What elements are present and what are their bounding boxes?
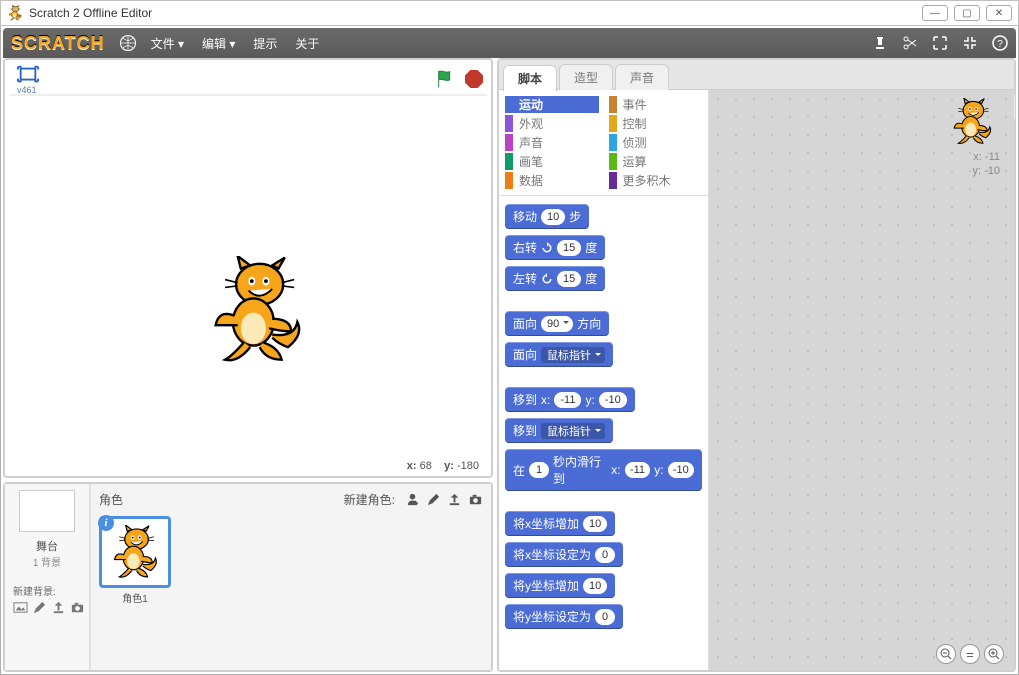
block-turn-cw[interactable]: 右转15度: [505, 235, 605, 260]
choose-sprite-icon[interactable]: [405, 492, 420, 507]
sprite-name-label: 角色1: [99, 590, 171, 605]
category-更多积木[interactable]: 更多积木: [609, 172, 703, 189]
backdrop-count: 1 背景: [33, 554, 61, 569]
choose-backdrop-icon[interactable]: [13, 600, 28, 615]
backdrop-thumbnail[interactable]: [19, 490, 75, 532]
paint-backdrop-icon[interactable]: [32, 600, 47, 615]
window-close-button[interactable]: ✕: [986, 5, 1012, 21]
block-palette: 运动事件外观控制声音侦测画笔运算数据更多积木 移动10步 右转15度 左转15度…: [499, 90, 709, 670]
fullscreen-button[interactable]: [13, 63, 43, 87]
sprite-thumbnail[interactable]: i: [99, 516, 171, 588]
upload-backdrop-icon[interactable]: [51, 600, 66, 615]
new-sprite-label: 新建角色:: [344, 491, 395, 508]
current-sprite-icon: [948, 98, 996, 146]
editor-tabs: 脚本 造型 声音: [499, 60, 1014, 90]
category-画笔[interactable]: 画笔: [505, 153, 599, 170]
menu-about[interactable]: 关于: [295, 35, 319, 52]
window-titlebar: Scratch 2 Offline Editor — ▢ ✕: [0, 0, 1019, 26]
new-backdrop-label: 新建背景:: [9, 583, 56, 598]
upload-sprite-icon[interactable]: [447, 492, 462, 507]
tab-scripts[interactable]: 脚本: [503, 65, 557, 91]
block-turn-ccw[interactable]: 左转15度: [505, 266, 605, 291]
stage-panel: v461 x: 68 y: -180: [3, 58, 493, 478]
sprite-coordinates: x: -11 y: -10: [972, 150, 1000, 179]
menu-tips[interactable]: 提示: [253, 35, 277, 52]
block-change-y[interactable]: 将y坐标增加10: [505, 573, 615, 598]
stage-sprite-cat[interactable]: [209, 256, 304, 366]
category-运算[interactable]: 运算: [609, 153, 703, 170]
stop-button[interactable]: [465, 70, 483, 88]
tab-sounds[interactable]: 声音: [615, 64, 669, 90]
stage-label: 舞台: [36, 538, 58, 554]
scratch-logo: SCRATCH: [11, 33, 105, 54]
category-声音[interactable]: 声音: [505, 134, 599, 151]
block-set-y[interactable]: 将y坐标设定为0: [505, 604, 623, 629]
block-point-towards[interactable]: 面向鼠标指针: [505, 342, 613, 367]
sprite-list-panel: 角色 新建角色: i 角色1: [91, 484, 491, 670]
category-数据[interactable]: 数据: [505, 172, 599, 189]
block-glide[interactable]: 在1秒内滑行到x:-11y:-10: [505, 449, 702, 491]
stamp-icon[interactable]: [872, 35, 888, 51]
menu-file[interactable]: 文件 ▾: [151, 35, 184, 52]
backdrop-panel: 舞台 1 背景 新建背景:: [5, 484, 91, 670]
category-控制[interactable]: 控制: [609, 115, 703, 132]
stage-coordinates: x: 68 y: -180: [9, 456, 487, 472]
globe-icon[interactable]: [119, 34, 137, 52]
camera-backdrop-icon[interactable]: [70, 600, 85, 615]
block-point-direction[interactable]: 面向90方向: [505, 311, 609, 336]
tab-costumes[interactable]: 造型: [559, 64, 613, 90]
scissors-icon[interactable]: [902, 35, 918, 51]
app-icon: [7, 5, 23, 21]
stage[interactable]: [9, 94, 487, 456]
camera-sprite-icon[interactable]: [468, 492, 483, 507]
category-侦测[interactable]: 侦测: [609, 134, 703, 151]
category-外观[interactable]: 外观: [505, 115, 599, 132]
zoom-out-button[interactable]: [936, 644, 956, 664]
svg-text:?: ?: [997, 39, 1003, 50]
shrink-icon[interactable]: [962, 35, 978, 51]
block-goto[interactable]: 移到鼠标指针: [505, 418, 613, 443]
green-flag-button[interactable]: [435, 68, 457, 90]
help-icon[interactable]: ?: [992, 35, 1008, 51]
block-goto-xy[interactable]: 移到x:-11y:-10: [505, 387, 635, 412]
block-move[interactable]: 移动10步: [505, 204, 589, 229]
block-change-x[interactable]: 将x坐标增加10: [505, 511, 615, 536]
window-title: Scratch 2 Offline Editor: [29, 6, 922, 20]
block-set-x[interactable]: 将x坐标设定为0: [505, 542, 623, 567]
scripts-area[interactable]: x: -11 y: -10 =: [709, 90, 1014, 670]
menubar: SCRATCH 文件 ▾ 编辑 ▾ 提示 关于 ?: [3, 28, 1016, 58]
grow-icon[interactable]: [932, 35, 948, 51]
zoom-in-button[interactable]: [984, 644, 1004, 664]
category-运动[interactable]: 运动: [505, 96, 599, 113]
zoom-reset-button[interactable]: =: [960, 644, 980, 664]
window-maximize-button[interactable]: ▢: [954, 5, 980, 21]
sprites-title: 角色: [99, 491, 123, 508]
sprite-info-button[interactable]: i: [98, 515, 114, 531]
category-事件[interactable]: 事件: [609, 96, 703, 113]
window-minimize-button[interactable]: —: [922, 5, 948, 21]
paint-sprite-icon[interactable]: [426, 492, 441, 507]
menu-edit[interactable]: 编辑 ▾: [202, 35, 235, 52]
